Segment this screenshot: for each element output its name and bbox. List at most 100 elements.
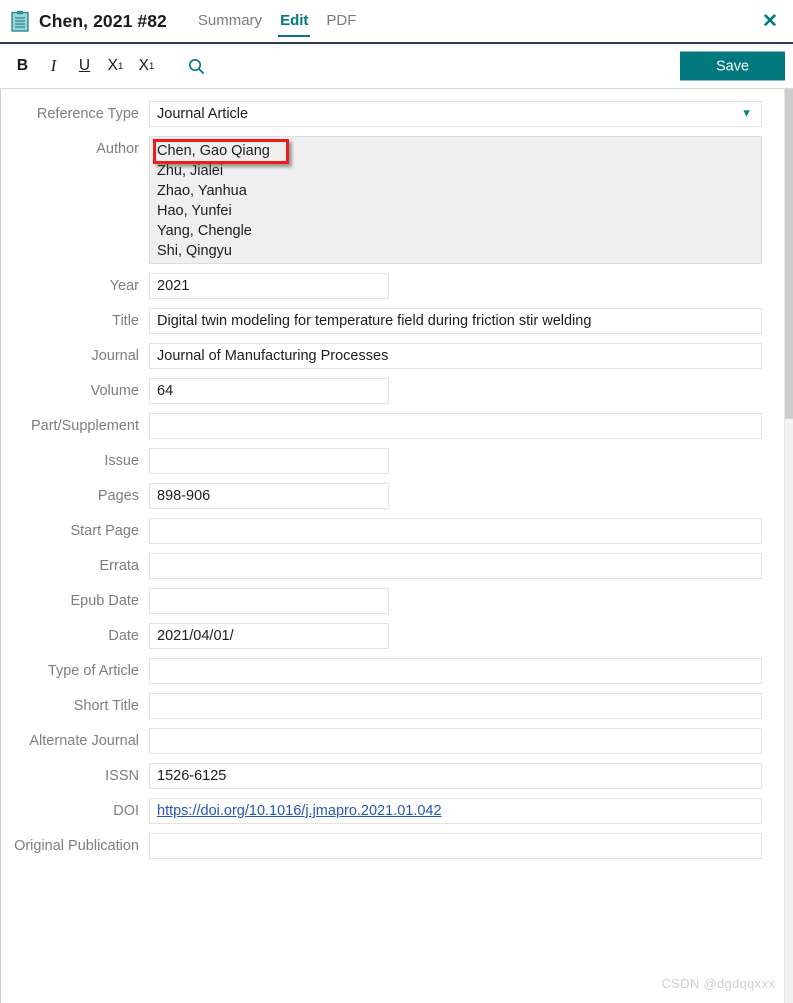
author-line: Hao, Yunfei <box>157 203 232 219</box>
field-label-volume: Volume <box>90 383 139 399</box>
tab-pdf[interactable]: PDF <box>317 0 365 43</box>
subscript-button[interactable]: X1 <box>134 51 159 81</box>
field-row-type-of-article: Type of Article <box>1 658 784 684</box>
field-label-issn: ISSN <box>105 768 139 784</box>
field-label-pages: Pages <box>97 488 139 504</box>
field-value-issn: 1526-6125 <box>157 768 227 784</box>
vertical-scrollbar[interactable] <box>784 89 793 1003</box>
field-label-alternate-journal: Alternate Journal <box>29 733 139 749</box>
field-row-short-title: Short Title <box>1 693 784 719</box>
reference-form: Reference Type Journal Article ▼ Author … <box>1 89 784 1003</box>
field-row-issue: Issue <box>1 448 784 474</box>
field-input-epub-date[interactable] <box>149 588 389 614</box>
subscript-exponent: 1 <box>149 60 155 72</box>
watermark-text: CSDN @dgdqqxxx <box>661 976 775 991</box>
field-input-title[interactable]: Digital twin modeling for temperature fi… <box>149 308 762 334</box>
author-textarea[interactable]: Chen, Gao Qiang Zhu, Jialei Zhao, Yanhua Ha… <box>149 136 762 264</box>
field-label-epub-date: Epub Date <box>70 593 139 609</box>
field-input-doi[interactable]: https://doi.org/10.1016/j.jmapro.2021.01… <box>149 798 762 824</box>
field-label-journal: Journal <box>91 348 139 364</box>
field-label-issue: Issue <box>104 453 139 469</box>
search-icon[interactable] <box>183 53 209 79</box>
field-value-year: 2021 <box>157 278 190 294</box>
author-line: Zhu, Jialei <box>157 163 224 179</box>
reference-editor-window: Chen, 2021 #82 Summary Edit PDF ✕ B I U … <box>0 0 793 1003</box>
field-label-author: Author <box>96 141 139 157</box>
field-row-epub-date: Epub Date <box>1 588 784 614</box>
page-title: Chen, 2021 #82 <box>39 10 167 31</box>
window-header: Chen, 2021 #82 Summary Edit PDF ✕ <box>0 0 793 44</box>
field-label-reference-type: Reference Type <box>36 106 139 122</box>
field-label-start-page: Start Page <box>70 523 139 539</box>
field-row-doi: DOI https://doi.org/10.1016/j.jmapro.2021… <box>1 798 784 824</box>
tab-summary[interactable]: Summary <box>189 0 271 43</box>
author-line: Yang, Chengle <box>157 223 252 239</box>
field-input-type-of-article[interactable] <box>149 658 762 684</box>
field-row-volume: Volume 64 <box>1 378 784 404</box>
field-row-year: Year 2021 <box>1 273 784 299</box>
author-line: Shi, Qingyu <box>157 243 232 259</box>
field-label-type-of-article: Type of Article <box>47 663 139 679</box>
superscript-exponent: 1 <box>118 60 124 72</box>
subscript-base: X <box>138 57 150 74</box>
field-value-volume: 64 <box>157 383 174 399</box>
reference-type-select[interactable]: Journal Article ▼ <box>149 101 762 127</box>
form-scroll-area: Reference Type Journal Article ▼ Author … <box>0 89 793 1003</box>
reference-type-value: Journal Article <box>157 106 249 122</box>
field-input-pages[interactable]: 898-906 <box>149 483 389 509</box>
field-row-issn: ISSN 1526-6125 <box>1 763 784 789</box>
field-value-journal: Journal of Manufacturing Processes <box>157 348 389 364</box>
field-input-short-title[interactable] <box>149 693 762 719</box>
field-row-reference-type: Reference Type Journal Article ▼ <box>1 101 784 127</box>
close-icon[interactable]: ✕ <box>757 8 783 34</box>
field-label-part-supplement: Part/Supplement <box>30 418 139 434</box>
field-input-issn[interactable]: 1526-6125 <box>149 763 762 789</box>
clipboard-icon <box>10 10 39 32</box>
field-label-date: Date <box>108 628 139 644</box>
author-line: Chen, Gao Qiang <box>157 143 270 159</box>
field-value-pages: 898-906 <box>157 488 211 504</box>
underline-button[interactable]: U <box>72 51 97 81</box>
field-input-alternate-journal[interactable] <box>149 728 762 754</box>
field-row-date: Date 2021/04/01/ <box>1 623 784 649</box>
field-label-original-publication: Original Publication <box>14 838 139 854</box>
bold-button[interactable]: B <box>10 51 35 81</box>
field-rows-container: Year 2021 Title Digital twin modeling for t… <box>1 273 784 859</box>
field-label-title: Title <box>112 313 139 329</box>
field-input-volume[interactable]: 64 <box>149 378 389 404</box>
field-row-author: Author Chen, Gao Qiang Zhu, Jialei Zhao, Y… <box>1 136 784 264</box>
italic-button[interactable]: I <box>41 51 66 81</box>
field-row-alternate-journal: Alternate Journal <box>1 728 784 754</box>
author-line: Zhao, Yanhua <box>157 183 247 199</box>
tab-bar: Summary Edit PDF <box>189 0 366 43</box>
field-input-journal[interactable]: Journal of Manufacturing Processes <box>149 343 762 369</box>
superscript-base: X <box>107 57 119 74</box>
field-input-part-supplement[interactable] <box>149 413 762 439</box>
format-toolbar: B I U X1 X1 Save <box>0 44 793 89</box>
field-row-pages: Pages 898-906 <box>1 483 784 509</box>
doi-link[interactable]: https://doi.org/10.1016/j.jmapro.2021.01… <box>157 803 442 819</box>
field-row-journal: Journal Journal of Manufacturing Processe… <box>1 343 784 369</box>
chevron-down-icon: ▼ <box>741 107 752 120</box>
field-row-part-supplement: Part/Supplement <box>1 413 784 439</box>
field-input-issue[interactable] <box>149 448 389 474</box>
field-row-errata: Errata <box>1 553 784 579</box>
field-input-original-publication[interactable] <box>149 833 762 859</box>
field-row-start-page: Start Page <box>1 518 784 544</box>
save-button[interactable]: Save <box>680 51 785 81</box>
scrollbar-thumb[interactable] <box>785 89 793 419</box>
field-row-title: Title Digital twin modeling for temperatu… <box>1 308 784 334</box>
tab-edit[interactable]: Edit <box>271 0 317 43</box>
field-label-year: Year <box>109 278 139 294</box>
field-label-doi: DOI <box>113 803 139 819</box>
field-value-date: 2021/04/01/ <box>157 628 234 644</box>
field-input-year[interactable]: 2021 <box>149 273 389 299</box>
field-input-start-page[interactable] <box>149 518 762 544</box>
field-label-errata: Errata <box>99 558 140 574</box>
field-input-errata[interactable] <box>149 553 762 579</box>
field-label-short-title: Short Title <box>73 698 139 714</box>
field-value-title: Digital twin modeling for temperature fi… <box>157 313 592 329</box>
superscript-button[interactable]: X1 <box>103 51 128 81</box>
field-input-date[interactable]: 2021/04/01/ <box>149 623 389 649</box>
field-row-original-publication: Original Publication <box>1 833 784 859</box>
